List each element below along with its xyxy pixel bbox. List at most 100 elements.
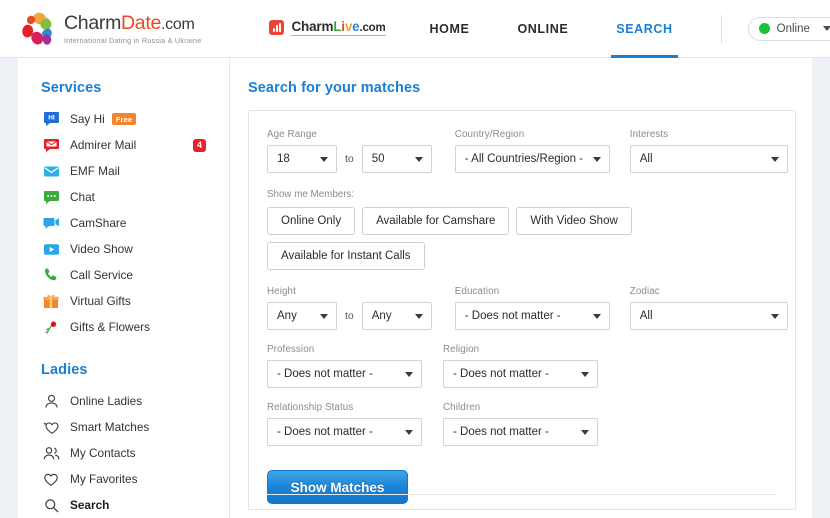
show-members-options: Online Only Available for Camshare With … bbox=[267, 207, 777, 270]
chip-available-for-instant-calls[interactable]: Available for Instant Calls bbox=[267, 242, 425, 270]
online-status-dropdown[interactable]: Online bbox=[747, 16, 830, 41]
nav-item-online[interactable]: ONLINE bbox=[517, 0, 568, 58]
unread-count-badge: 4 bbox=[193, 138, 206, 152]
zodiac-group: Zodiac All bbox=[629, 286, 788, 330]
sidebar-label: CamShare bbox=[70, 216, 127, 230]
religion-select[interactable]: - Does not matter - bbox=[443, 360, 598, 388]
show-members-label: Show me Members: bbox=[267, 189, 355, 200]
flowers-icon bbox=[41, 318, 61, 336]
sidebar-item-my-favorites[interactable]: My Favorites bbox=[41, 466, 221, 492]
site-header: CharmDate.com International Dating in Ru… bbox=[0, 0, 830, 58]
brand-title-charm: Charm bbox=[64, 11, 122, 34]
sidebar-item-gifts-flowers[interactable]: Gifts & Flowers bbox=[41, 314, 221, 340]
sidebar-heading-services: Services bbox=[41, 80, 102, 96]
panel-bottom-divider bbox=[267, 494, 777, 495]
sidebar: Services HI Say Hi Free Admirer Mail 4 E… bbox=[41, 80, 221, 518]
sidebar-item-video-show[interactable]: Video Show bbox=[41, 236, 221, 262]
children-select[interactable]: - Does not matter - bbox=[443, 418, 598, 446]
chat-icon bbox=[41, 188, 61, 206]
brand-title-com: .com bbox=[161, 15, 195, 33]
sidebar-item-smart-matches[interactable]: Smart Matches bbox=[41, 414, 221, 440]
form-row-3: Profession - Does not matter - Religion … bbox=[267, 344, 777, 388]
zodiac-label: Zodiac bbox=[629, 286, 660, 297]
religion-group: Religion - Does not matter - bbox=[443, 344, 598, 388]
svg-text:HI: HI bbox=[48, 115, 55, 122]
height-label: Height bbox=[267, 286, 296, 297]
country-label: Country/Region bbox=[454, 129, 525, 140]
form-row-2: Height Any to Any Education - Does not m… bbox=[267, 286, 788, 330]
height-group: Height Any to Any bbox=[267, 286, 432, 330]
interests-value: All bbox=[639, 153, 653, 165]
chevron-down-icon bbox=[822, 26, 830, 31]
children-label: Children bbox=[443, 402, 481, 413]
age-to-text: to bbox=[345, 153, 354, 165]
sidebar-label: EMF Mail bbox=[70, 164, 120, 178]
age-from-select[interactable]: 18 bbox=[267, 145, 337, 173]
relationship-select[interactable]: - Does not matter - bbox=[267, 418, 422, 446]
sidebar-item-say-hi[interactable]: HI Say Hi Free bbox=[41, 106, 221, 132]
camshare-icon bbox=[41, 214, 61, 232]
relationship-label: Relationship Status bbox=[267, 402, 354, 413]
height-to-select[interactable]: Any bbox=[361, 302, 432, 330]
chip-online-only[interactable]: Online Only bbox=[267, 207, 356, 235]
children-value: - Does not matter - bbox=[453, 426, 549, 438]
status-label: Online bbox=[776, 22, 810, 35]
profession-group: Profession - Does not matter - bbox=[267, 344, 422, 388]
age-to-select[interactable]: 50 bbox=[361, 145, 432, 173]
brand-title-date: Date bbox=[121, 11, 162, 34]
brand-text-block: CharmDate.com International Dating in Ru… bbox=[64, 11, 201, 45]
chip-available-for-camshare[interactable]: Available for Camshare bbox=[362, 207, 510, 235]
show-matches-button[interactable]: Show Matches bbox=[267, 470, 408, 504]
sidebar-item-camshare[interactable]: CamShare bbox=[41, 210, 221, 236]
sidebar-item-chat[interactable]: Chat bbox=[41, 184, 221, 210]
form-row-4: Relationship Status - Does not matter - … bbox=[267, 402, 777, 446]
nav-item-search[interactable]: SEARCH bbox=[611, 0, 679, 58]
page-title: Search for your matches bbox=[248, 80, 421, 96]
education-select[interactable]: - Does not matter - bbox=[454, 302, 610, 330]
sidebar-label: Virtual Gifts bbox=[70, 294, 131, 308]
nav-divider bbox=[720, 14, 722, 43]
height-to-text: to bbox=[345, 310, 354, 322]
virtual-gifts-icon bbox=[41, 292, 61, 310]
height-to-value: Any bbox=[371, 310, 392, 322]
sidebar-item-my-contacts[interactable]: My Contacts bbox=[41, 440, 221, 466]
search-form-panel: Age Range 18 to 50 Country/Region - All … bbox=[248, 110, 796, 510]
app-root: CharmDate.com International Dating in Ru… bbox=[0, 0, 830, 518]
relationship-value: - Does not matter - bbox=[277, 426, 373, 438]
sidebar-item-call-service[interactable]: Call Service bbox=[41, 262, 221, 288]
age-from-value: 18 bbox=[277, 153, 290, 165]
age-range-group: Age Range 18 to 50 bbox=[267, 129, 432, 173]
height-from-select[interactable]: Any bbox=[267, 302, 337, 330]
sidebar-label: Online Ladies bbox=[70, 394, 143, 408]
profession-select[interactable]: - Does not matter - bbox=[267, 360, 422, 388]
religion-value: - Does not matter - bbox=[453, 368, 549, 380]
sidebar-item-online-ladies[interactable]: Online Ladies bbox=[41, 388, 221, 414]
religion-label: Religion bbox=[443, 344, 480, 355]
charmlive-link[interactable]: CharmLive.com bbox=[269, 19, 386, 38]
video-show-icon bbox=[41, 240, 61, 258]
sidebar-item-virtual-gifts[interactable]: Virtual Gifts bbox=[41, 288, 221, 314]
age-range-label: Age Range bbox=[267, 129, 317, 140]
profession-value: - Does not matter - bbox=[277, 368, 373, 380]
status-dot-icon bbox=[758, 23, 770, 34]
chip-with-video-show[interactable]: With Video Show bbox=[516, 207, 632, 235]
sidebar-item-admirer-mail[interactable]: Admirer Mail 4 bbox=[41, 132, 221, 158]
sidebar-label: My Contacts bbox=[70, 446, 136, 460]
brand-logo[interactable]: CharmDate.com International Dating in Ru… bbox=[17, 10, 201, 48]
age-to-value: 50 bbox=[371, 153, 385, 165]
admirer-mail-icon bbox=[41, 136, 61, 154]
sidebar-item-search[interactable]: Search bbox=[41, 492, 221, 518]
main-navigation: CharmLive.com HOME ONLINE SEARCH Online bbox=[269, 0, 830, 58]
charmdate-petals-logo bbox=[17, 10, 57, 48]
brand-title: CharmDate.com bbox=[64, 11, 201, 35]
country-select[interactable]: - All Countries/Region - bbox=[454, 145, 610, 173]
education-label: Education bbox=[454, 286, 500, 297]
sidebar-label: Video Show bbox=[70, 242, 133, 256]
nav-item-home[interactable]: HOME bbox=[430, 0, 470, 58]
country-value: - All Countries/Region - bbox=[464, 153, 584, 165]
zodiac-select[interactable]: All bbox=[629, 302, 788, 330]
interests-select[interactable]: All bbox=[629, 145, 788, 173]
heart-icon bbox=[41, 470, 61, 488]
free-badge: Free bbox=[111, 113, 137, 125]
sidebar-item-emf-mail[interactable]: EMF Mail bbox=[41, 158, 221, 184]
